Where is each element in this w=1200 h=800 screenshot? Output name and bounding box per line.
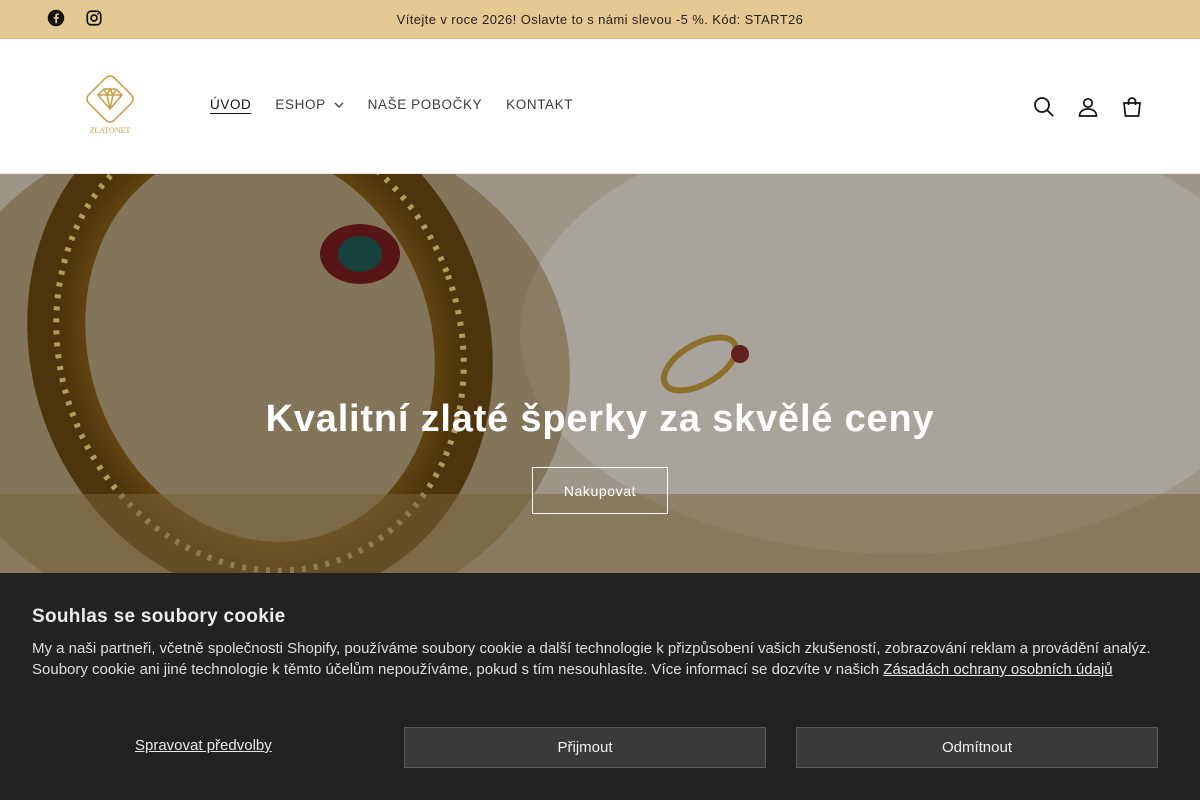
account-icon[interactable] [1076,95,1100,119]
cookie-text: My a naši partneři, včetně společnosti S… [32,640,1151,678]
svg-text:ZLATONET: ZLATONET [90,126,131,135]
accept-button[interactable]: Přijmout [404,727,766,768]
privacy-policy-link[interactable]: Zásadách ochrany osobních údajů [883,661,1112,678]
hero-title: Kvalitní zlaté šperky za skvělé ceny [265,398,935,440]
hero-banner: Kvalitní zlaté šperky za skvělé ceny Nak… [0,174,1200,574]
decline-button[interactable]: Odmítnout [796,727,1158,768]
nav-item-uvod[interactable]: ÚVOD [210,97,251,112]
nav-item-eshop[interactable]: ESHOP [275,97,344,112]
nav-item-kontakt[interactable]: KONTAKT [506,97,573,112]
facebook-icon[interactable] [47,9,67,29]
search-icon[interactable] [1032,95,1056,119]
cookie-consent-banner: Souhlas se soubory cookie My a naši part… [0,573,1200,800]
cookie-title: Souhlas se soubory cookie [32,606,286,627]
announcement-text: Vítejte v roce 2026! Oslavte to s námi s… [396,11,804,27]
manage-preferences-link[interactable]: Spravovat předvolby [135,737,272,754]
logo[interactable]: ZLATONET [78,75,142,139]
social-links [47,9,105,29]
nav-item-pobocky[interactable]: NAŠE POBOČKY [368,97,482,112]
chevron-down-icon [334,102,344,108]
main-nav: ÚVOD ESHOP NAŠE POBOČKY KONTAKT [210,97,573,112]
shop-now-button[interactable]: Nakupovat [532,467,668,514]
cart-icon[interactable] [1120,95,1144,119]
hero-overlay [0,174,1200,574]
announcement-bar: Vítejte v roce 2026! Oslavte to s námi s… [0,0,1200,39]
site-header: ZLATONET ÚVOD ESHOP NAŠE POBOČKY KONTAKT [0,39,1200,174]
instagram-icon[interactable] [85,9,105,29]
